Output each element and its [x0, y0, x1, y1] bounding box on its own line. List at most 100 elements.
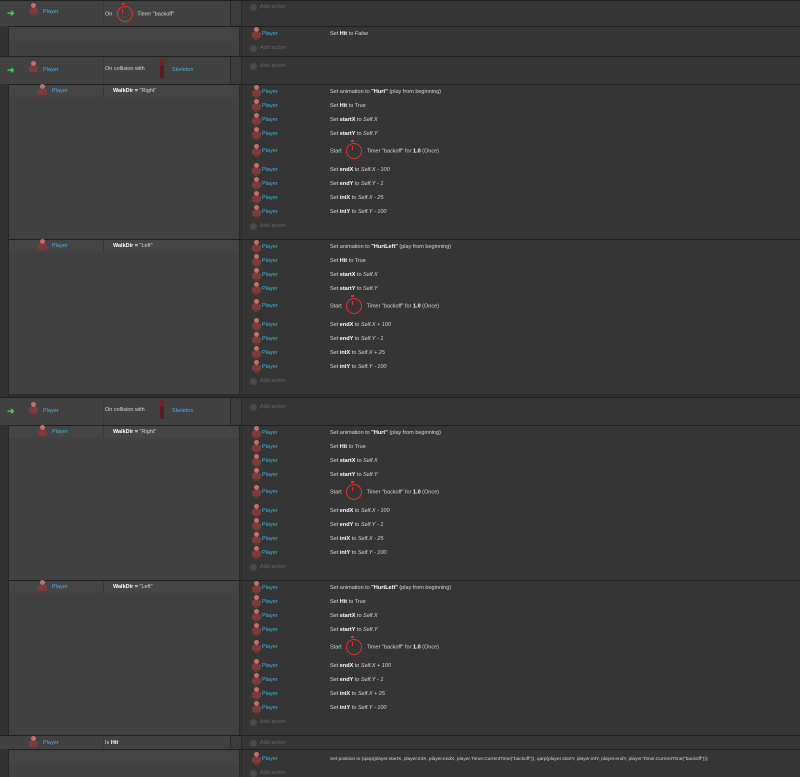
subevent-walkdir-right[interactable]: Player WalkDir = "Right" Player Set animati…: [9, 425, 800, 580]
subevent-condition[interactable]: [9, 750, 240, 777]
action-row[interactable]: Player Set startY to Self.Y: [242, 623, 800, 637]
action-row[interactable]: Player Start Timer "backoff" for 1.0 (Onc…: [242, 636, 800, 657]
trigger-arrow-icon: ➜: [7, 8, 15, 18]
event-gutter: [0, 0, 9, 777]
add-action-link[interactable]: Add action: [250, 738, 286, 748]
player-sprite-icon: [250, 468, 262, 481]
action-row[interactable]: Player Set endX to Self.X - 100: [242, 504, 800, 518]
action-text: Start Timer "backoff" for 1.0 (Once): [330, 140, 439, 159]
action-object-name: Player: [262, 458, 278, 464]
subevent-set-hit-false[interactable]: Player Set Hit to False Add action: [9, 26, 800, 56]
action-prefix: Set: [330, 364, 340, 370]
action-row[interactable]: Player Set Hit to True: [242, 595, 800, 609]
action-row[interactable]: Player Set intY to Self.Y - 100: [242, 205, 800, 219]
action-row[interactable]: Player Set endX to Self.X - 100: [242, 163, 800, 177]
action-row[interactable]: Player Set intX to Self.X - 25: [242, 532, 800, 546]
action-row[interactable]: Player Start Timer "backoff" for 1.0 (Onc…: [242, 481, 800, 502]
action-row[interactable]: Player Set Hit to True: [242, 99, 800, 113]
skeleton-object-icon: [155, 400, 171, 419]
add-action-link[interactable]: Add action: [250, 43, 286, 53]
action-row[interactable]: Player Set animation to "Hurt" (play from…: [242, 85, 800, 99]
player-sprite-icon: [250, 268, 262, 281]
action-row[interactable]: Player Set intX to Self.X + 25: [242, 346, 800, 360]
player-object-icon: [36, 580, 52, 596]
action-param: endX: [339, 322, 354, 328]
event-condition[interactable]: Player Is Hit: [0, 736, 231, 749]
action-row[interactable]: Player Set endY to Self.Y - 1: [242, 332, 800, 346]
action-row[interactable]: Player Set position to (qarp(player.start…: [242, 752, 800, 766]
action-object-name: Player: [262, 472, 278, 478]
subevent-set-position[interactable]: Player Set position to (qarp(player.start…: [9, 749, 800, 777]
action-row[interactable]: Player Start Timer "backoff" for 1.0 (Onc…: [242, 140, 800, 161]
add-action-link[interactable]: Add action: [250, 61, 286, 71]
subevent-condition[interactable]: Player WalkDir = "Left": [9, 580, 240, 735]
action-row[interactable]: Player Set intX to Self.X - 25: [242, 191, 800, 205]
action-row[interactable]: Player Set intY to Self.Y - 100: [242, 546, 800, 560]
action-row[interactable]: Player Set startY to Self.Y: [242, 468, 800, 482]
action-row[interactable]: Player Set endX to Self.X + 100: [242, 659, 800, 673]
action-row[interactable]: Player Set startX to Self.X: [242, 113, 800, 127]
subevent-condition[interactable]: Player WalkDir = "Right": [9, 425, 240, 580]
subevent-condition[interactable]: Player WalkDir = "Left": [9, 239, 240, 394]
action-row[interactable]: Player Set startX to Self.X: [242, 609, 800, 623]
subevent-walkdir-left[interactable]: Player WalkDir = "Left" Player Set animatio…: [9, 239, 800, 394]
subevent-condition[interactable]: [9, 27, 240, 56]
action-row[interactable]: Player Set endX to Self.X + 100: [242, 318, 800, 332]
action-row[interactable]: Player Set startX to Self.X: [242, 454, 800, 468]
subevent-walkdir-right[interactable]: Player WalkDir = "Right" Player Set animati…: [9, 84, 800, 239]
action-row[interactable]: Player Set animation to "HurtLeft" (play …: [242, 240, 800, 254]
condition-value: "Left": [139, 243, 153, 249]
add-action-link[interactable]: Add action: [250, 221, 286, 231]
player-sprite-icon: [250, 191, 262, 204]
action-row[interactable]: Player Set endY to Self.Y - 1: [242, 673, 800, 687]
action-row[interactable]: Player Set startY to Self.Y: [242, 282, 800, 296]
add-icon: [250, 44, 257, 52]
action-row[interactable]: Player Set animation to "Hurt" (play from…: [242, 426, 800, 440]
action-text: Set startY to Self.Y: [330, 627, 378, 633]
add-action-link[interactable]: Add action: [250, 402, 286, 412]
action-param: "HurtLeft": [371, 244, 398, 250]
action-object-name: Player: [262, 303, 278, 309]
action-row[interactable]: Player Set endY to Self.Y - 1: [242, 177, 800, 191]
action-row[interactable]: Player Start Timer "backoff" for 1.0 (Onc…: [242, 295, 800, 316]
add-action-link[interactable]: Add action: [250, 717, 286, 727]
subevent-condition[interactable]: Player WalkDir = "Right": [9, 84, 240, 239]
action-row[interactable]: Player Set intY to Self.Y - 100: [242, 701, 800, 715]
add-action-link[interactable]: Add action: [250, 768, 286, 777]
event-collision-skeleton[interactable]: ➜ Player On collision with Skeleton Add act…: [0, 56, 800, 84]
event-condition[interactable]: ➜ Player On collision with Skeleton: [0, 398, 231, 425]
action-object-name: Player: [262, 364, 278, 370]
action-row[interactable]: Player Set intX to Self.X + 25: [242, 687, 800, 701]
subevent-walkdir-left[interactable]: Player WalkDir = "Left" Player Set animatio…: [9, 580, 800, 735]
action-row[interactable]: Player Set startY to Self.Y: [242, 127, 800, 141]
player-sprite-icon: [250, 299, 262, 312]
add-action-link[interactable]: Add action: [250, 562, 286, 572]
add-action-label: Add action: [260, 45, 286, 51]
action-prefix: Start: [330, 148, 344, 155]
event-timer-backoff[interactable]: ➜ Player On Timer "backoff" Add action: [0, 0, 800, 26]
player-object-icon: [27, 3, 43, 19]
action-prefix: Set animation to: [330, 89, 372, 95]
action-row[interactable]: Player Set endY to Self.Y - 1: [242, 518, 800, 532]
action-row[interactable]: Player Set intY to Self.Y - 100: [242, 360, 800, 374]
event-condition[interactable]: ➜ Player On Timer "backoff": [0, 1, 231, 26]
player-sprite-icon: [250, 440, 262, 453]
action-row[interactable]: Player Set animation to "HurtLeft" (play …: [242, 581, 800, 595]
add-action-link[interactable]: Add action: [250, 2, 286, 12]
event-condition[interactable]: ➜ Player On collision with Skeleton: [0, 57, 231, 84]
action-prefix: Set: [330, 472, 340, 478]
event-actions: Add action: [241, 398, 800, 425]
action-expression: Self.Y - 1: [360, 181, 384, 187]
add-action-label: Add action: [260, 4, 286, 10]
player-sprite-icon: [250, 504, 262, 517]
action-row[interactable]: Player Set Hit to True: [242, 254, 800, 268]
add-action-link[interactable]: Add action: [250, 376, 286, 386]
add-action-label: Add action: [260, 378, 286, 384]
action-prefix: Start: [330, 303, 344, 310]
action-row[interactable]: Player Set Hit to True: [242, 440, 800, 454]
event-collision-skeleton[interactable]: ➜ Player On collision with Skeleton Add act…: [0, 397, 800, 425]
action-row[interactable]: Player Set startX to Self.X: [242, 268, 800, 282]
condition-row: Player WalkDir = "Right": [9, 84, 239, 97]
action-row[interactable]: Player Set Hit to False: [242, 27, 800, 41]
event-is-hit[interactable]: Player Is Hit Add action: [0, 735, 800, 749]
